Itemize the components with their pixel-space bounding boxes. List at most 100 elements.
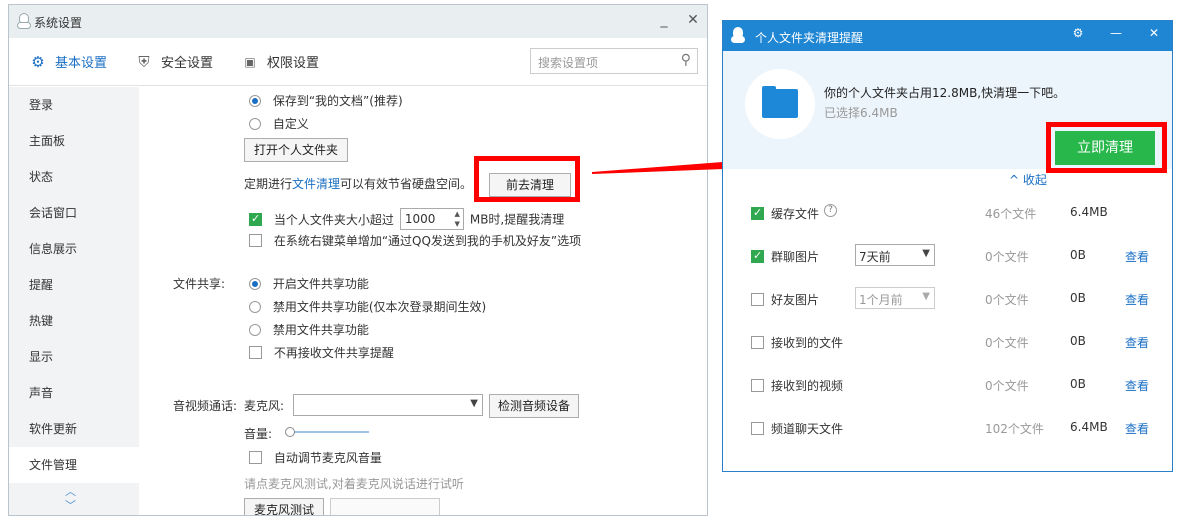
tab-label: 权限设置 bbox=[267, 56, 320, 71]
file-size: 0B bbox=[1070, 377, 1086, 391]
close-button[interactable]: ✕ bbox=[684, 12, 702, 28]
sidebar-item-info-display[interactable]: 信息展示 bbox=[9, 231, 139, 267]
view-link[interactable]: 查看 bbox=[1125, 291, 1149, 308]
list-item[interactable]: 接收到的视频 0个文件 0B 查看 bbox=[723, 363, 1172, 406]
disable-sharing-option[interactable]: 禁用文件共享功能 bbox=[249, 321, 369, 338]
dropdown-arrow-icon: ▼ bbox=[922, 291, 930, 302]
radio-button[interactable] bbox=[249, 117, 261, 130]
list-item[interactable]: 接收到的文件 0个文件 0B 查看 bbox=[723, 320, 1172, 363]
period-select[interactable]: 1个月前 ▼ bbox=[855, 287, 935, 309]
radio-button[interactable] bbox=[249, 277, 261, 290]
file-count: 102个文件 bbox=[985, 422, 1044, 436]
file-size: 6.4MB bbox=[1070, 205, 1108, 219]
list-item[interactable]: 群聊图片 7天前 ▼ 0个文件 0B 查看 bbox=[723, 234, 1172, 277]
context-menu-option[interactable]: 在系统右键菜单增加“通过QQ发送到我的手机及好友”选项 bbox=[249, 232, 581, 249]
volume-slider-knob[interactable] bbox=[285, 427, 295, 437]
no-sharing-reminder-option[interactable]: 不再接收文件共享提醒 bbox=[249, 344, 394, 361]
checkbox[interactable] bbox=[751, 206, 764, 220]
view-link[interactable]: 查看 bbox=[1125, 420, 1149, 437]
list-item[interactable]: 好友图片 1个月前 ▼ 0个文件 0B 查看 bbox=[723, 277, 1172, 320]
radio-button[interactable] bbox=[249, 323, 261, 336]
checkbox[interactable] bbox=[249, 451, 262, 464]
shield-icon: ⛨ bbox=[138, 52, 150, 71]
disable-sharing-session-option[interactable]: 禁用文件共享功能(仅本次登录期间生效) bbox=[249, 298, 486, 315]
spinner-arrows-icon: ▲ ▼ bbox=[454, 210, 460, 228]
sidebar-item-main-panel[interactable]: 主面板 bbox=[9, 123, 139, 159]
custom-location-option[interactable]: 自定义 bbox=[249, 115, 309, 132]
sidebar-item-sound[interactable]: 声音 bbox=[9, 375, 139, 411]
settings-sidebar: 登录 主面板 状态 会话窗口 信息展示 提醒 热键 显示 声音 软件更新 文件管… bbox=[9, 87, 139, 515]
mic-label: 麦克风: bbox=[244, 399, 285, 413]
file-size: 0B bbox=[1070, 248, 1086, 262]
file-cleanup-link[interactable]: 文件清理 bbox=[292, 177, 340, 191]
settings-titlebar: 系统设置 _ ✕ bbox=[9, 5, 707, 38]
sidebar-item-file-management[interactable]: 文件管理 bbox=[9, 447, 139, 483]
sidebar-item-status[interactable]: 状态 bbox=[9, 159, 139, 195]
item-name: 缓存文件 bbox=[771, 207, 820, 221]
tab-label: 安全设置 bbox=[161, 56, 214, 71]
av-call-label: 音视频通话: bbox=[173, 399, 238, 413]
file-count: 0个文件 bbox=[985, 293, 1029, 307]
help-icon[interactable]: ? bbox=[824, 204, 837, 217]
sidebar-item-hotkey[interactable]: 热键 bbox=[9, 303, 139, 339]
size-limit-option[interactable]: 当个人文件夹大小超过1000▲▼MB时,提醒我清理 bbox=[249, 208, 564, 230]
list-item[interactable]: 频道聊天文件 102个文件 6.4MB 查看 bbox=[723, 406, 1172, 449]
detect-audio-button[interactable]: 检测音频设备 bbox=[489, 394, 579, 418]
auto-adjust-option[interactable]: 自动调节麦克风音量 bbox=[249, 449, 382, 466]
chevron-down-icon[interactable]: ﹀ bbox=[65, 499, 76, 513]
sidebar-item-login[interactable]: 登录 bbox=[9, 87, 139, 123]
collapse-link[interactable]: ^ 收起 bbox=[1009, 171, 1047, 188]
qq-penguin-icon bbox=[17, 13, 31, 29]
sidebar-item-software-update[interactable]: 软件更新 bbox=[9, 411, 139, 447]
radio-button[interactable] bbox=[249, 94, 261, 107]
size-limit-input[interactable]: 1000 ▲ ▼ bbox=[399, 208, 464, 230]
period-select[interactable]: 7天前 ▼ bbox=[855, 244, 935, 266]
item-name: 接收到的视频 bbox=[771, 379, 844, 393]
mic-test-progress bbox=[330, 498, 440, 515]
checkbox[interactable] bbox=[751, 336, 764, 349]
view-link[interactable]: 查看 bbox=[1125, 248, 1149, 265]
enable-sharing-option[interactable]: 开启文件共享功能 bbox=[249, 275, 369, 292]
cleanup-window-title: 个人文件夹清理提醒 bbox=[755, 31, 864, 45]
dropdown-arrow-icon: ▼ bbox=[922, 248, 930, 259]
checkbox[interactable] bbox=[751, 379, 764, 392]
radio-button[interactable] bbox=[249, 300, 261, 313]
file-sharing-label: 文件共享: bbox=[173, 277, 226, 291]
tab-permission-settings[interactable]: ▣ 权限设置 bbox=[241, 52, 320, 72]
tab-label: 基本设置 bbox=[55, 56, 108, 71]
item-name: 频道聊天文件 bbox=[771, 422, 844, 436]
sidebar-item-reminder[interactable]: 提醒 bbox=[9, 267, 139, 303]
selected-size: 已选择6.4MB bbox=[824, 106, 898, 120]
volume-slider-track[interactable] bbox=[289, 431, 369, 433]
mic-select[interactable]: ▼ bbox=[293, 394, 483, 416]
checkbox[interactable] bbox=[249, 212, 262, 226]
cleanup-titlebar: 个人文件夹清理提醒 ⚙ — ✕ bbox=[723, 21, 1172, 51]
sidebar-scroll[interactable]: ︿ ﹀ bbox=[65, 485, 76, 513]
checkbox[interactable] bbox=[249, 234, 262, 247]
minimize-button[interactable]: _ bbox=[655, 12, 673, 28]
item-name: 好友图片 bbox=[771, 293, 820, 307]
mic-test-button[interactable]: 麦克风测试 bbox=[244, 498, 324, 515]
open-personal-folder-button[interactable]: 打开个人文件夹 bbox=[244, 138, 348, 162]
checkbox[interactable] bbox=[249, 346, 262, 359]
checkbox[interactable] bbox=[751, 293, 764, 306]
view-link[interactable]: 查看 bbox=[1125, 377, 1149, 394]
sidebar-item-display[interactable]: 显示 bbox=[9, 339, 139, 375]
search-icon[interactable]: ⚲ bbox=[681, 52, 691, 68]
tab-security-settings[interactable]: ⛨ 安全设置 bbox=[135, 52, 214, 72]
file-size: 6.4MB bbox=[1070, 420, 1108, 434]
tab-basic-settings[interactable]: ⚙ 基本设置 bbox=[29, 52, 108, 72]
chevron-up-icon[interactable]: ︿ bbox=[65, 485, 76, 499]
view-link[interactable]: 查看 bbox=[1125, 334, 1149, 351]
settings-gear-button[interactable]: ⚙ bbox=[1059, 21, 1097, 45]
search-input[interactable]: 搜索设置项 ⚲ bbox=[530, 48, 698, 74]
list-item[interactable]: 缓存文件 ? 46个文件 6.4MB bbox=[723, 191, 1172, 234]
checkbox[interactable] bbox=[751, 422, 764, 435]
save-to-documents-option[interactable]: 保存到“我的文档”(推荐) bbox=[249, 92, 403, 109]
minimize-button[interactable]: — bbox=[1097, 21, 1135, 45]
sidebar-item-chat-window[interactable]: 会话窗口 bbox=[9, 195, 139, 231]
close-button[interactable]: ✕ bbox=[1135, 21, 1172, 45]
checkbox[interactable] bbox=[751, 249, 764, 263]
system-settings-window: 系统设置 _ ✕ ⚙ 基本设置 ⛨ 安全设置 ▣ 权限设置 搜索设置项 ⚲ 登录… bbox=[8, 4, 708, 516]
volume-label: 音量: bbox=[244, 427, 273, 441]
